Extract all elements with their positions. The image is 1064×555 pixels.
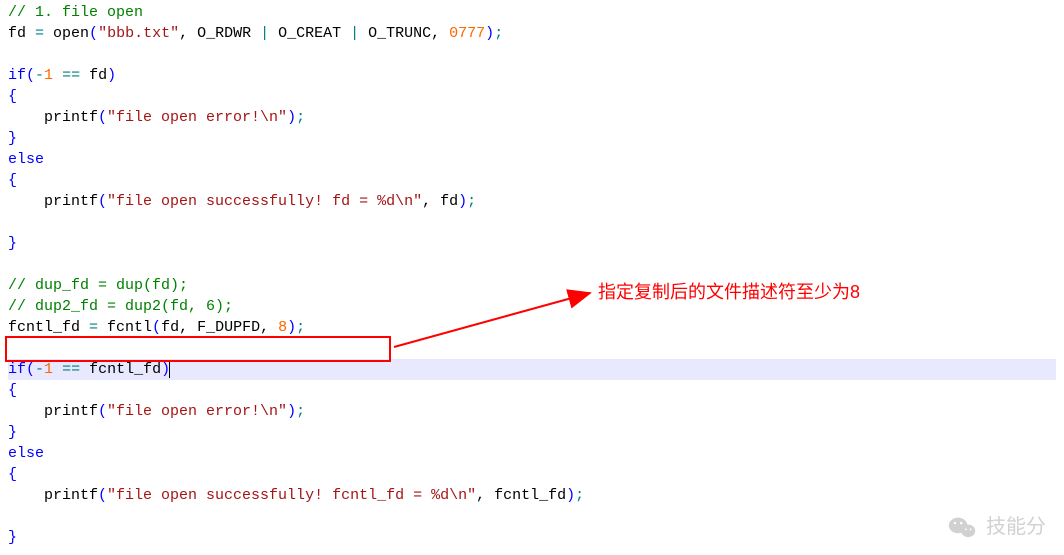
code-line-blank xyxy=(8,338,1056,359)
code-line: if(-1 == fd) xyxy=(8,65,1056,86)
code-line: { xyxy=(8,380,1056,401)
code-line: { xyxy=(8,86,1056,107)
text-cursor xyxy=(169,362,170,378)
code-line: printf("file open error!\n"); xyxy=(8,401,1056,422)
code-line: fd = open("bbb.txt", O_RDWR | O_CREAT | … xyxy=(8,23,1056,44)
code-line: } xyxy=(8,527,1056,548)
code-line: } xyxy=(8,422,1056,443)
code-line-blank xyxy=(8,44,1056,65)
wechat-icon xyxy=(948,515,976,539)
code-line: // 1. file open xyxy=(8,2,1056,23)
code-line: else xyxy=(8,149,1056,170)
comment-text: // 1. file open xyxy=(8,4,143,21)
code-line-blank xyxy=(8,212,1056,233)
code-line-current: if(-1 == fcntl_fd) xyxy=(8,359,1056,380)
code-line: // dup_fd = dup(fd); xyxy=(8,275,1056,296)
code-line: printf("file open successfully! fd = %d\… xyxy=(8,191,1056,212)
code-line: } xyxy=(8,233,1056,254)
code-line-blank xyxy=(8,254,1056,275)
code-line: fcntl_fd = fcntl(fd, F_DUPFD, 8); xyxy=(8,317,1056,338)
code-line: // dup2_fd = dup2(fd, 6); xyxy=(8,296,1056,317)
watermark: 技能分 xyxy=(948,513,1046,541)
code-line: } xyxy=(8,128,1056,149)
code-line: printf("file open successfully! fcntl_fd… xyxy=(8,485,1056,506)
code-line: { xyxy=(8,170,1056,191)
code-block: // 1. file open fd = open("bbb.txt", O_R… xyxy=(0,0,1064,550)
code-line: printf("file open error!\n"); xyxy=(8,107,1056,128)
code-line-blank xyxy=(8,506,1056,527)
code-line: { xyxy=(8,464,1056,485)
code-line: else xyxy=(8,443,1056,464)
watermark-text: 技能分 xyxy=(986,513,1046,541)
